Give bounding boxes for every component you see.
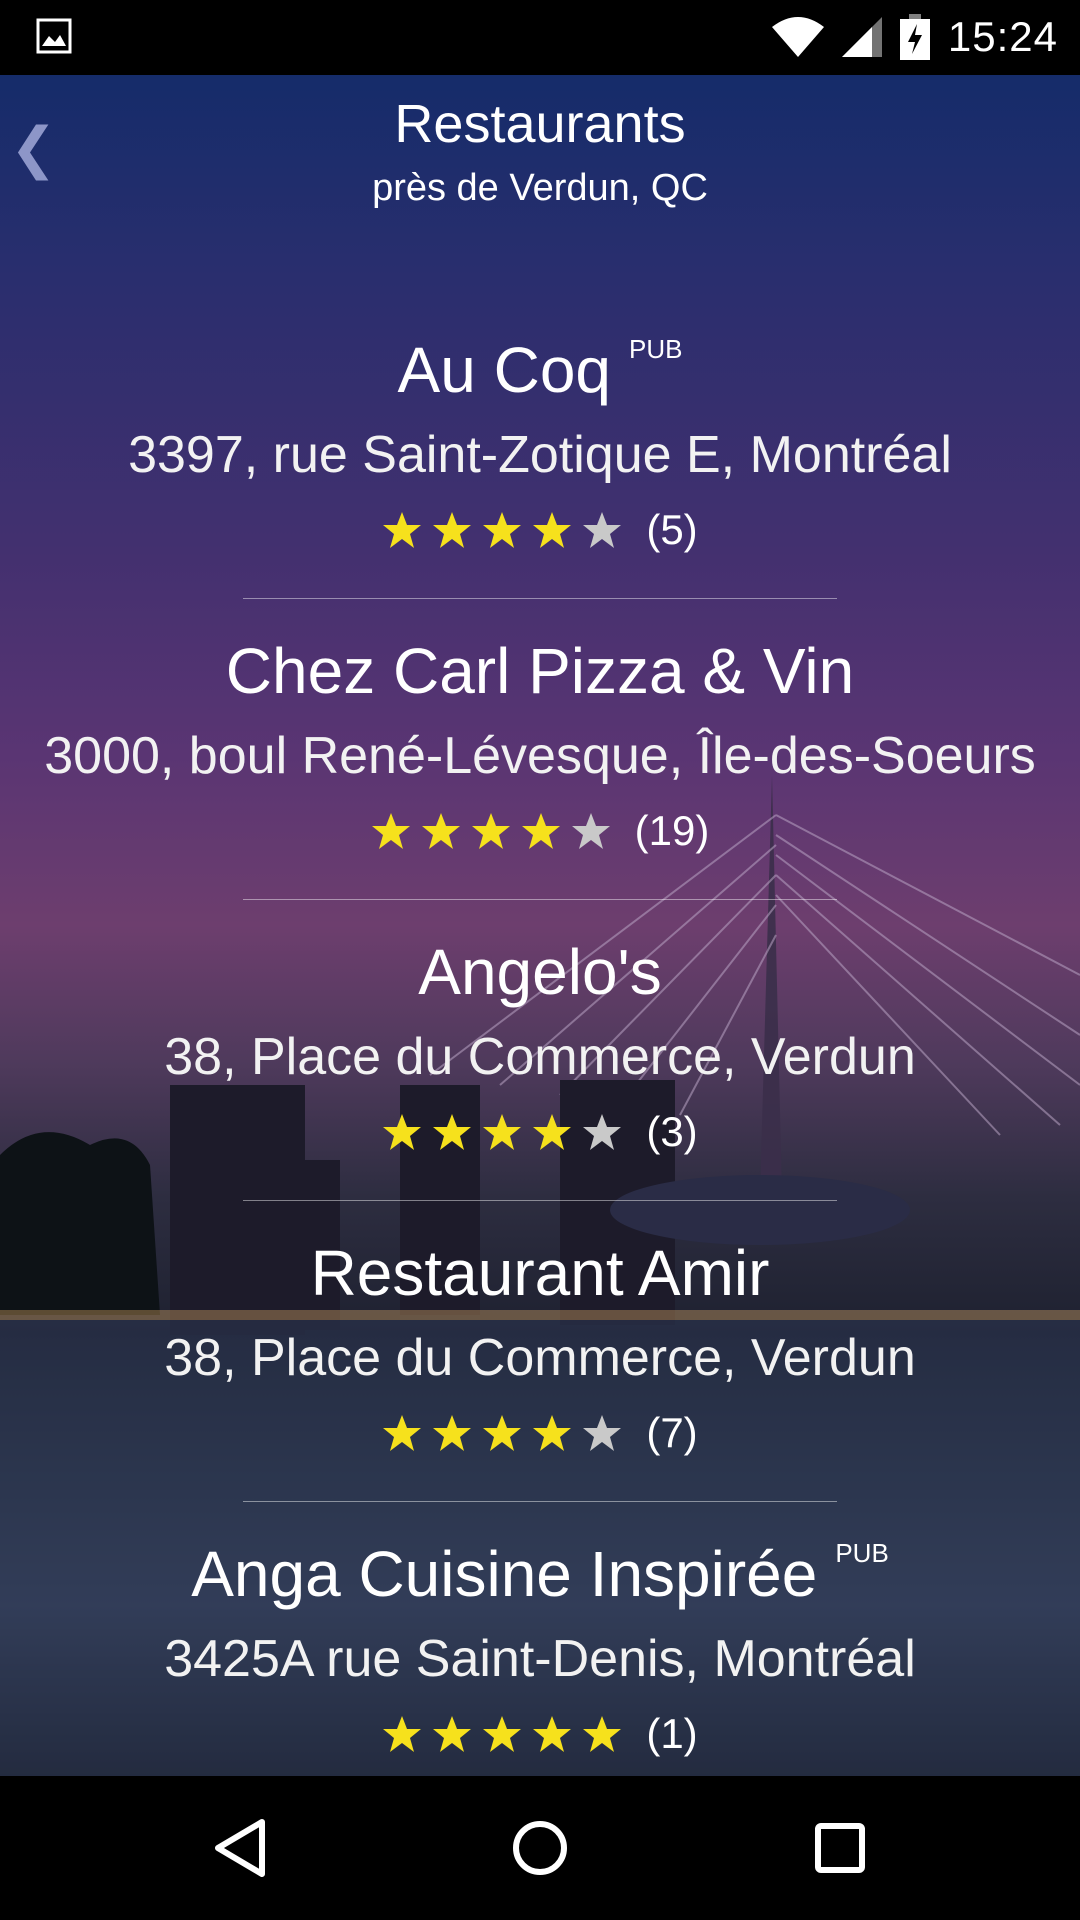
star-rating: (7) [0, 1403, 1080, 1463]
star-filled-icon [383, 1114, 422, 1150]
divider [243, 598, 837, 599]
star-rating: (3) [0, 1102, 1080, 1162]
restaurant-item[interactable]: Chez Carl Pizza & Vin 3000, boul René-Lé… [0, 631, 1080, 932]
star-filled-icon [471, 813, 510, 849]
restaurant-address: 3000, boul René-Lévesque, Île-des-Soeurs [44, 727, 1036, 785]
star-filled-icon [383, 1716, 422, 1752]
restaurant-address: 38, Place du Commerce, Verdun [164, 1329, 916, 1387]
navigation-bar [0, 1776, 1080, 1920]
gallery-notification-icon [36, 18, 72, 54]
page-subtitle: près de Verdun, QC [372, 167, 708, 209]
review-count: (5) [646, 506, 698, 553]
back-nav-icon[interactable] [204, 1812, 276, 1884]
review-count: (19) [634, 807, 710, 854]
divider [243, 1200, 837, 1201]
star-filled-icon [483, 512, 522, 548]
restaurant-address: 3397, rue Saint-Zotique E, Montréal [128, 426, 952, 484]
star-filled-icon [433, 512, 472, 548]
main-screen: ❮ Restaurants près de Verdun, QC Au Coq P… [0, 75, 1080, 1776]
star-filled-icon [483, 1415, 522, 1451]
page-title: Restaurants [394, 94, 686, 154]
star-empty-icon [583, 1114, 622, 1150]
status-bar: 15:24 [0, 0, 1080, 75]
star-filled-icon [533, 1114, 572, 1150]
restaurant-name: Anga Cuisine Inspirée PUB [191, 1538, 889, 1610]
review-count: (3) [646, 1108, 698, 1155]
review-count: (1) [646, 1710, 698, 1757]
star-filled-icon [483, 1716, 522, 1752]
star-rating: (1) [0, 1704, 1080, 1764]
home-nav-icon[interactable] [504, 1812, 576, 1884]
ad-badge: PUB [835, 1538, 889, 1568]
restaurant-item[interactable]: Restaurant Amir 38, Place du Commerce, V… [0, 1233, 1080, 1534]
divider [243, 1501, 837, 1502]
star-filled-icon [433, 1114, 472, 1150]
restaurant-name: Angelo's [418, 936, 662, 1008]
star-empty-icon [571, 813, 610, 849]
star-empty-icon [583, 1415, 622, 1451]
star-filled-icon [433, 1415, 472, 1451]
star-filled-icon [421, 813, 460, 849]
cell-signal-icon [841, 17, 882, 57]
star-filled-icon [533, 512, 572, 548]
restaurant-address: 38, Place du Commerce, Verdun [164, 1028, 916, 1086]
review-count: (7) [646, 1409, 698, 1456]
star-rating: (5) [0, 500, 1080, 560]
star-filled-icon [483, 1114, 522, 1150]
star-filled-icon [583, 1716, 622, 1752]
restaurant-list: Au Coq PUB 3397, rue Saint-Zotique E, Mon… [0, 330, 1080, 1776]
header: ❮ Restaurants près de Verdun, QC [0, 75, 1080, 245]
star-rating: (19) [0, 801, 1080, 861]
star-filled-icon [521, 813, 560, 849]
star-filled-icon [433, 1716, 472, 1752]
ad-badge: PUB [629, 334, 683, 364]
star-filled-icon [383, 512, 422, 548]
restaurant-name: Au Coq PUB [397, 334, 683, 406]
star-filled-icon [371, 813, 410, 849]
clock: 15:24 [947, 13, 1058, 60]
star-empty-icon [583, 512, 622, 548]
divider [243, 899, 837, 900]
recents-nav-icon[interactable] [804, 1812, 876, 1884]
star-filled-icon [383, 1415, 422, 1451]
restaurant-item[interactable]: Anga Cuisine Inspirée PUB 3425A rue Saint… [0, 1534, 1080, 1776]
restaurant-item[interactable]: Angelo's 38, Place du Commerce, Verdun (… [0, 932, 1080, 1233]
wifi-icon [771, 17, 824, 57]
star-filled-icon [533, 1716, 572, 1752]
restaurant-item[interactable]: Au Coq PUB 3397, rue Saint-Zotique E, Mon… [0, 330, 1080, 631]
restaurant-name: Chez Carl Pizza & Vin [225, 635, 855, 707]
star-filled-icon [533, 1415, 572, 1451]
battery-charging-icon [899, 14, 930, 60]
restaurant-address: 3425A rue Saint-Denis, Montréal [164, 1630, 916, 1688]
restaurant-name: Restaurant Amir [310, 1237, 770, 1309]
